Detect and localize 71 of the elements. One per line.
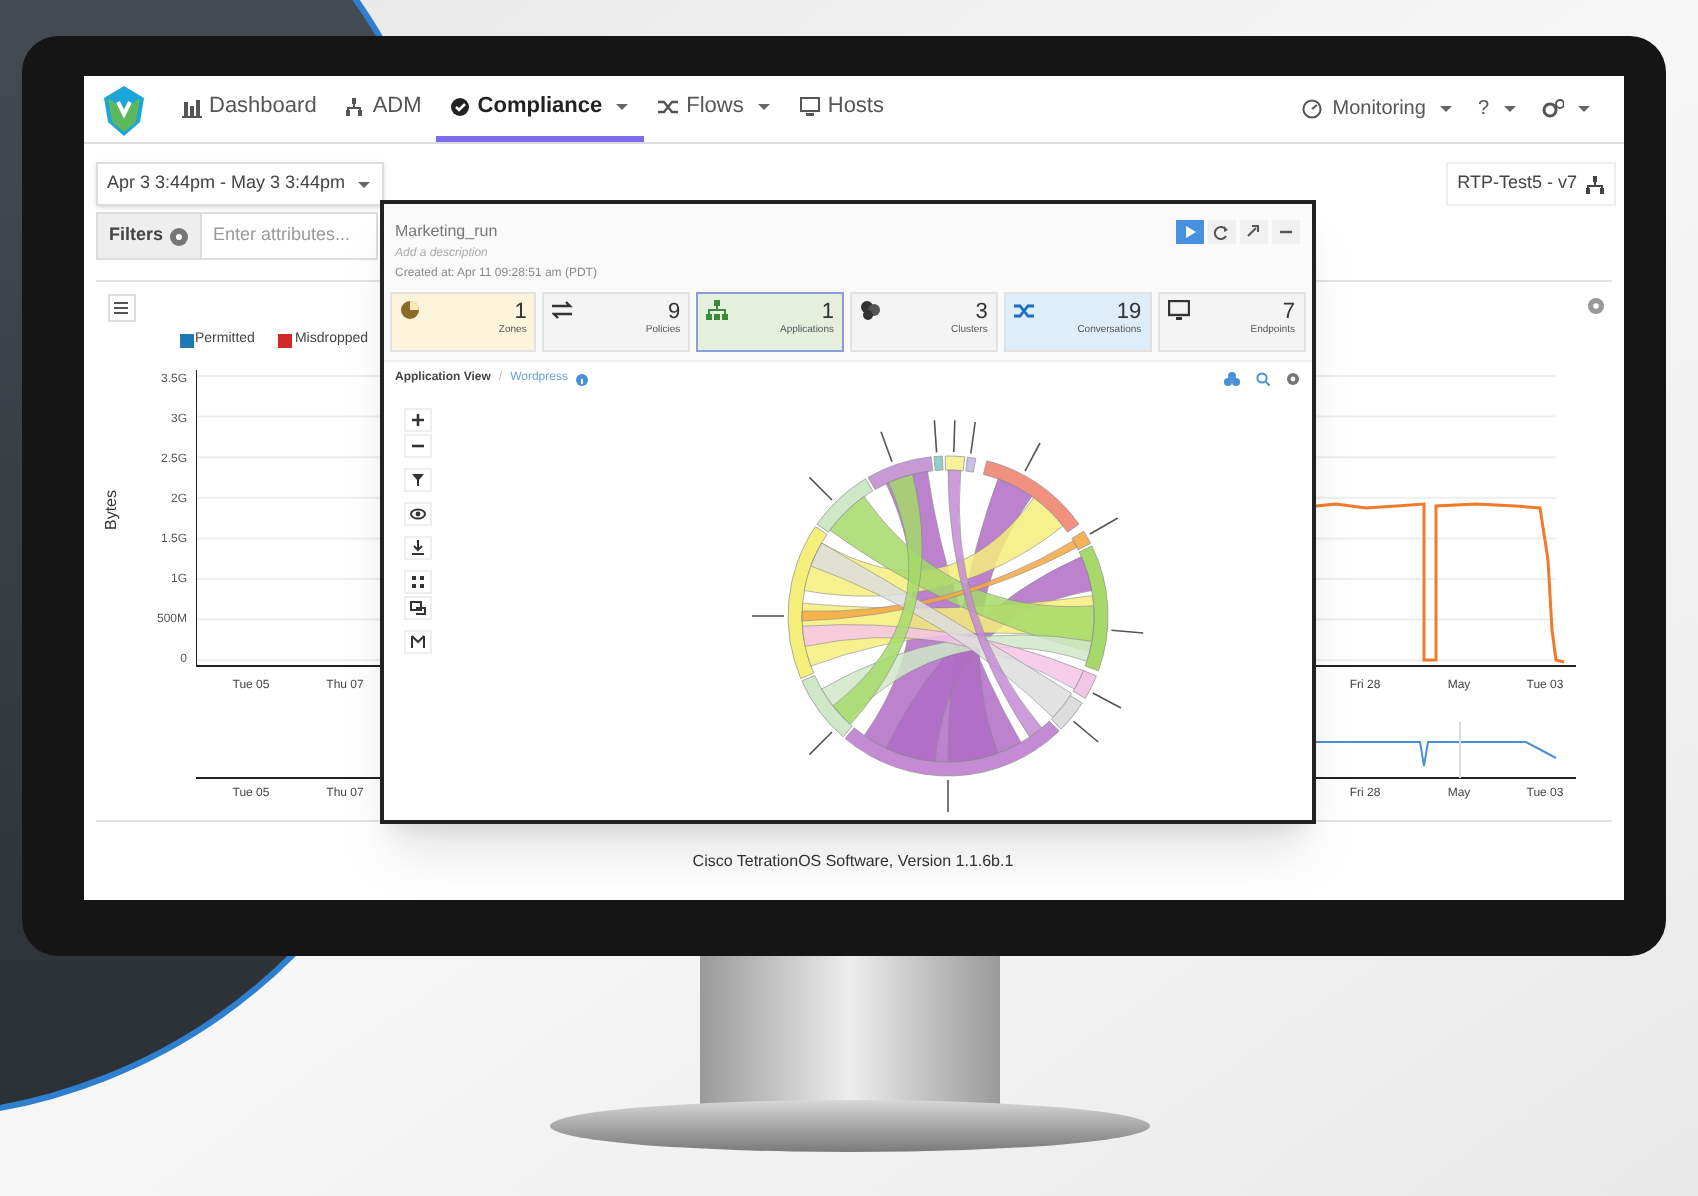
hierarchy-icon: [706, 300, 729, 320]
zoom-in-icon: [409, 412, 425, 428]
scope-selector[interactable]: RTP-Test5 - v7: [1445, 162, 1615, 206]
filter-input[interactable]: Enter attributes...: [201, 212, 378, 260]
caret-icon: [755, 101, 772, 111]
tool-button[interactable]: [403, 536, 431, 560]
tool-button[interactable]: [403, 630, 431, 654]
grid-icon: [409, 574, 425, 590]
toolbar-button[interactable]: [1207, 220, 1235, 244]
stat-count: 1: [821, 300, 834, 324]
caret-icon: [355, 179, 372, 189]
stat-count: 3: [975, 300, 988, 324]
toolbar-button[interactable]: [1175, 220, 1203, 244]
axis-title: Bytes: [99, 490, 122, 530]
eye-icon: [409, 506, 425, 522]
help-icon: [1587, 298, 1603, 314]
menu-dropdown[interactable]: Monitoring: [1290, 76, 1466, 142]
arrows-icon: [552, 300, 575, 320]
undo-icon: [1213, 224, 1229, 240]
settings-icon: [1285, 372, 1299, 386]
stat-count: 7: [1282, 300, 1295, 324]
search-icon: [1255, 372, 1269, 386]
monitor-icon: [1167, 300, 1190, 320]
footer-text: Cisco TetrationOS Software, Version 1.1.6b.1: [692, 849, 1014, 873]
pie-chart-icon: [399, 300, 421, 320]
export-icon: [1245, 224, 1261, 240]
hierarchy-icon: [1585, 175, 1603, 193]
check-circle-icon: [449, 95, 470, 117]
tool-button[interactable]: [403, 596, 431, 620]
toolbar-button[interactable]: [1271, 220, 1299, 244]
monitor-icon: [799, 95, 820, 117]
hierarchy-icon: [344, 95, 365, 117]
cluster-icon: [1223, 372, 1239, 386]
filters-label: Filters: [109, 222, 164, 249]
filter-icon: [409, 472, 425, 488]
workspace-title: Marketing_run: [395, 220, 500, 244]
tool-button[interactable]: [403, 502, 431, 526]
nav-tab[interactable]: Hosts: [785, 76, 898, 142]
stat-count: 19: [1116, 300, 1142, 324]
toolbar-button[interactable]: [1239, 220, 1267, 244]
download-icon: [409, 540, 425, 556]
gauge-icon: [1302, 98, 1325, 120]
play-icon: [1181, 224, 1197, 240]
caret-icon: [1437, 104, 1454, 114]
nav-tab[interactable]: Compliance: [435, 76, 645, 142]
menu-button[interactable]: [107, 294, 135, 322]
windows-icon: [409, 600, 425, 616]
logo-icon: [99, 81, 147, 137]
nav-tab[interactable]: Flows: [644, 76, 786, 142]
caret-icon: [1575, 104, 1591, 114]
shuffle-icon: [1013, 300, 1036, 320]
nav-tab[interactable]: Dashboard: [167, 76, 331, 142]
merge-icon: [409, 634, 425, 650]
nav-tab[interactable]: ADM: [330, 76, 436, 142]
date-range-dropdown[interactable]: Apr 3 3:44pm - May 3 3:44pm: [95, 162, 384, 206]
menu-dropdown[interactable]: ?: [1465, 76, 1529, 142]
settings-icon: [1541, 98, 1563, 120]
stat-count: 9: [668, 300, 681, 324]
bar-chart-icon: [181, 95, 201, 117]
tool-button[interactable]: [403, 468, 431, 492]
info-icon: [575, 373, 588, 385]
tool-button[interactable]: [403, 408, 431, 432]
cluster-icon: [860, 300, 882, 320]
caret-icon: [1501, 104, 1517, 114]
help-icon: [169, 227, 188, 245]
shuffle-icon: [658, 95, 679, 117]
tool-button[interactable]: [403, 434, 431, 458]
menu-icon: [114, 302, 128, 314]
tool-button[interactable]: [403, 570, 431, 594]
caret-icon: [614, 101, 631, 111]
stat-count: 1: [514, 300, 527, 324]
